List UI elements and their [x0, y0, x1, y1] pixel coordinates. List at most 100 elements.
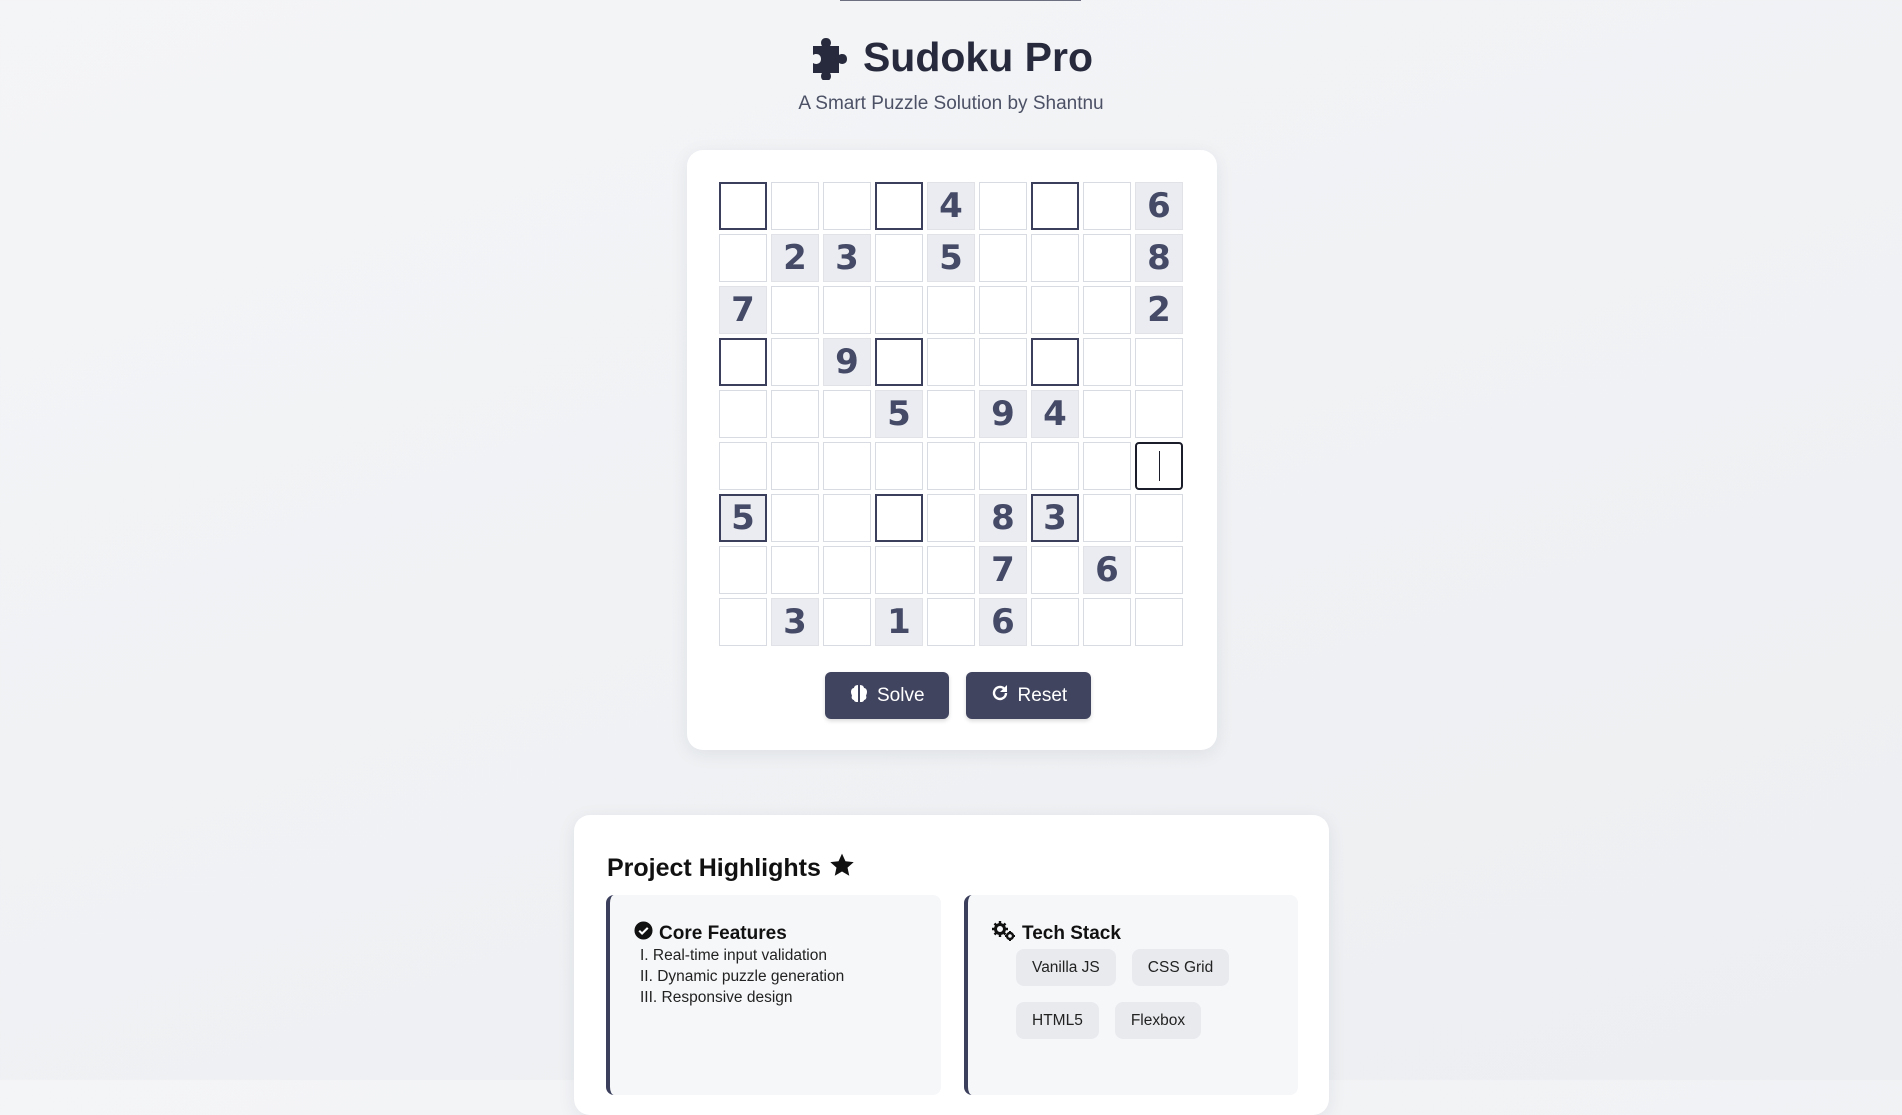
check-circle-icon: [634, 921, 653, 946]
sudoku-cell[interactable]: 1: [875, 598, 923, 646]
sudoku-cell[interactable]: [1135, 598, 1183, 646]
sudoku-cell[interactable]: [1083, 182, 1131, 230]
sudoku-cell[interactable]: [719, 442, 767, 490]
solve-button-label: Solve: [877, 684, 925, 706]
sudoku-cell[interactable]: 7: [979, 546, 1027, 594]
sudoku-cell[interactable]: [823, 286, 871, 334]
sudoku-cell[interactable]: [771, 286, 819, 334]
reset-button[interactable]: Reset: [965, 672, 1092, 719]
sudoku-cell[interactable]: 6: [1135, 182, 1183, 230]
sudoku-cell[interactable]: [1031, 546, 1079, 594]
sudoku-cell[interactable]: 5: [875, 390, 923, 438]
sudoku-cell[interactable]: [1031, 442, 1079, 490]
puzzle-piece-icon: [809, 36, 853, 81]
sudoku-cell[interactable]: 7: [719, 286, 767, 334]
sudoku-cell[interactable]: [979, 442, 1027, 490]
sudoku-cell[interactable]: [823, 494, 871, 542]
list-item: II. Dynamic puzzle generation: [640, 968, 845, 985]
sudoku-cell[interactable]: [1083, 494, 1131, 542]
sudoku-cell[interactable]: [1083, 442, 1131, 490]
sudoku-cell[interactable]: [719, 598, 767, 646]
sudoku-cell[interactable]: 6: [979, 598, 1027, 646]
sudoku-cell[interactable]: [719, 338, 767, 386]
sudoku-cell[interactable]: [823, 182, 871, 230]
sudoku-cell[interactable]: [979, 234, 1027, 282]
list-item: III. Responsive design: [640, 989, 793, 1006]
sudoku-grid: 46235872959458376316: [719, 182, 1183, 646]
sudoku-cell[interactable]: [979, 286, 1027, 334]
sudoku-cell[interactable]: [927, 390, 975, 438]
sudoku-cell[interactable]: [1031, 598, 1079, 646]
sudoku-cell[interactable]: 6: [1083, 546, 1131, 594]
sudoku-cell[interactable]: [927, 442, 975, 490]
sudoku-cell[interactable]: [771, 494, 819, 542]
sudoku-cell[interactable]: [1083, 286, 1131, 334]
sudoku-cell[interactable]: [875, 494, 923, 542]
sudoku-cell[interactable]: [1135, 494, 1183, 542]
sudoku-cell[interactable]: [927, 286, 975, 334]
redo-icon: [990, 683, 1010, 709]
tech-tag: CSS Grid: [1131, 949, 1230, 986]
sudoku-cell[interactable]: [823, 442, 871, 490]
sudoku-cell[interactable]: [719, 390, 767, 438]
sudoku-cell[interactable]: 8: [979, 494, 1027, 542]
sudoku-cell[interactable]: [875, 182, 923, 230]
sudoku-cell[interactable]: [771, 338, 819, 386]
sudoku-cell[interactable]: [1031, 286, 1079, 334]
sudoku-cell[interactable]: [1135, 546, 1183, 594]
solve-button[interactable]: Solve: [825, 672, 949, 719]
sudoku-cell[interactable]: [927, 546, 975, 594]
sudoku-cell[interactable]: [1031, 338, 1079, 386]
sudoku-cell[interactable]: [875, 546, 923, 594]
sudoku-cell[interactable]: [875, 442, 923, 490]
sudoku-cell[interactable]: [1031, 234, 1079, 282]
sudoku-cell[interactable]: 5: [927, 234, 975, 282]
sudoku-cell[interactable]: [771, 182, 819, 230]
sudoku-cell[interactable]: [823, 390, 871, 438]
sudoku-cell[interactable]: [875, 234, 923, 282]
sudoku-cell[interactable]: [771, 546, 819, 594]
sudoku-cell[interactable]: [927, 338, 975, 386]
sudoku-cell[interactable]: [875, 338, 923, 386]
tech-tag: HTML5: [1016, 1002, 1099, 1039]
sudoku-cell[interactable]: [1083, 338, 1131, 386]
sudoku-cell[interactable]: [979, 338, 1027, 386]
sudoku-cell[interactable]: [1031, 182, 1079, 230]
sudoku-cell[interactable]: 9: [979, 390, 1027, 438]
sudoku-cell[interactable]: [719, 182, 767, 230]
sudoku-cell[interactable]: 5: [719, 494, 767, 542]
core-features-list: I. Real-time input validation II. Dynami…: [640, 945, 844, 1008]
sudoku-cell[interactable]: 2: [771, 234, 819, 282]
sudoku-cell[interactable]: 3: [771, 598, 819, 646]
sudoku-cell[interactable]: [1083, 234, 1131, 282]
tech-stack-title: Tech Stack: [1022, 923, 1121, 944]
sudoku-cell[interactable]: [771, 442, 819, 490]
sudoku-cell[interactable]: [1083, 598, 1131, 646]
sudoku-cell[interactable]: [823, 598, 871, 646]
tech-tags: Vanilla JS CSS Grid HTML5 Flexbox: [1016, 949, 1276, 1039]
sudoku-cell[interactable]: [1135, 442, 1183, 490]
core-features-title: Core Features: [659, 922, 787, 944]
list-item: I. Real-time input validation: [640, 947, 827, 964]
sudoku-cell[interactable]: [771, 390, 819, 438]
top-divider: [840, 0, 1081, 1]
page-subtitle: A Smart Puzzle Solution by Shantnu: [798, 93, 1104, 114]
project-highlights-card: Project Highlights Core Features I. Real…: [574, 815, 1329, 1115]
sudoku-cell[interactable]: 8: [1135, 234, 1183, 282]
sudoku-cell[interactable]: [979, 182, 1027, 230]
sudoku-cell[interactable]: [927, 494, 975, 542]
sudoku-cell[interactable]: [1083, 390, 1131, 438]
sudoku-cell[interactable]: [719, 234, 767, 282]
sudoku-cell[interactable]: 4: [1031, 390, 1079, 438]
sudoku-cell[interactable]: 9: [823, 338, 871, 386]
sudoku-cell[interactable]: 3: [823, 234, 871, 282]
sudoku-cell[interactable]: [823, 546, 871, 594]
sudoku-cell[interactable]: [719, 546, 767, 594]
sudoku-cell[interactable]: [875, 286, 923, 334]
sudoku-cell[interactable]: 3: [1031, 494, 1079, 542]
sudoku-cell[interactable]: [1135, 390, 1183, 438]
sudoku-cell[interactable]: 4: [927, 182, 975, 230]
sudoku-cell[interactable]: [927, 598, 975, 646]
sudoku-cell[interactable]: [1135, 338, 1183, 386]
sudoku-cell[interactable]: 2: [1135, 286, 1183, 334]
